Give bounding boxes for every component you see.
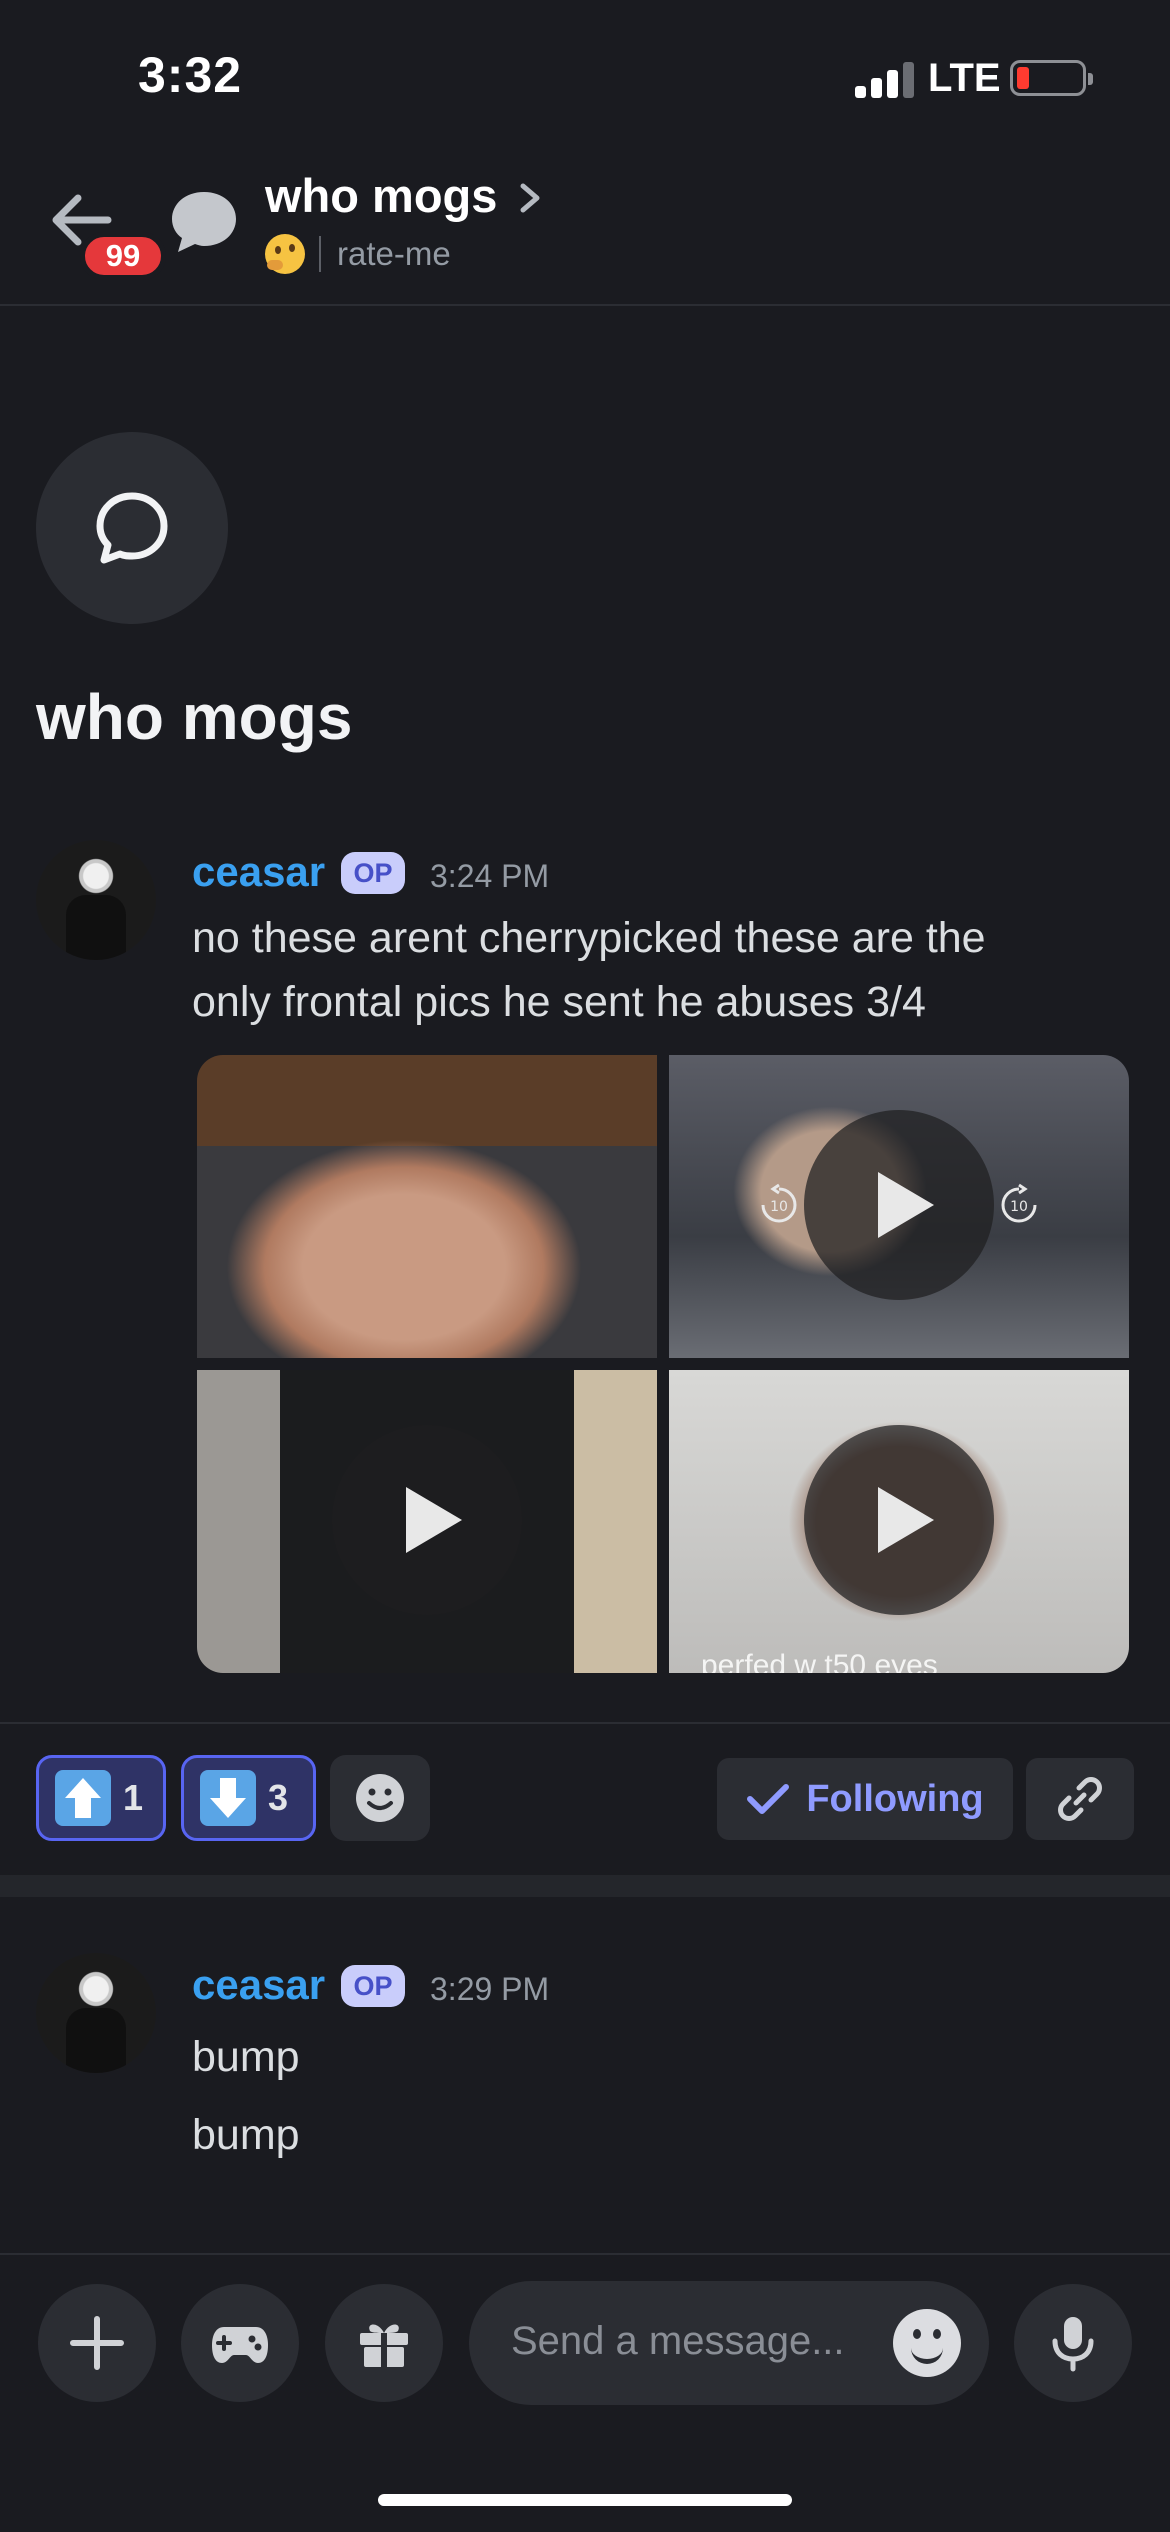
activities-button[interactable] (181, 2284, 299, 2402)
following-label: Following (806, 1777, 984, 1820)
thread-icon (168, 186, 240, 256)
channel-header: 99 who mogs rate-me (0, 150, 1170, 306)
divider (319, 236, 321, 272)
copy-link-button[interactable] (1026, 1758, 1134, 1840)
thread-title: who mogs (36, 681, 353, 753)
thread-start-icon (36, 432, 228, 624)
divider (0, 2253, 1170, 2255)
reaction-count: 1 (123, 1777, 144, 1818)
video-attachment[interactable] (197, 1370, 657, 1673)
gamepad-icon (212, 2327, 268, 2363)
reaction-upvote[interactable]: 1 (36, 1755, 166, 1841)
rewind-10-icon[interactable]: 10 (757, 1183, 801, 1227)
message-time: 3:29 PM (430, 1971, 550, 2007)
checkmark-icon (747, 1784, 790, 1814)
emoji-icon[interactable] (893, 2309, 961, 2377)
play-icon[interactable] (332, 1425, 522, 1615)
chat-bubble-icon (96, 492, 168, 564)
message-text: bump bump (192, 2018, 300, 2174)
up-arrow-icon (55, 1770, 111, 1826)
image-attachment[interactable] (197, 1055, 657, 1358)
media-caption: perfed w t50 eyes (701, 1649, 938, 1673)
plus-icon (70, 2316, 124, 2370)
gift-button[interactable] (325, 2284, 443, 2402)
unread-badge: 99 (80, 232, 166, 280)
op-tag: OP (341, 852, 405, 894)
author-name[interactable]: ceasar (192, 848, 325, 896)
header-title[interactable]: who mogs (265, 168, 497, 223)
play-icon[interactable] (804, 1110, 994, 1300)
author-name[interactable]: ceasar (192, 1961, 325, 2009)
forward-10-icon[interactable]: 10 (997, 1183, 1041, 1227)
voice-message-button[interactable] (1014, 2284, 1132, 2402)
home-indicator[interactable] (378, 2494, 792, 2506)
message-line: bump (192, 2111, 300, 2159)
status-time: 3:32 (138, 47, 243, 103)
header-subtitle: rate-me (265, 232, 451, 276)
message-placeholder: Send a message... (511, 2319, 845, 2363)
microphone-icon (1052, 2317, 1094, 2372)
section-divider (0, 1875, 1170, 1897)
following-button[interactable]: Following (717, 1758, 1013, 1840)
gift-icon (360, 2324, 408, 2367)
message-time: 3:24 PM (430, 858, 550, 894)
video-attachment[interactable]: perfed w t50 eyes (669, 1370, 1129, 1673)
down-arrow-icon (200, 1770, 256, 1826)
add-attachment-button[interactable] (38, 2284, 156, 2402)
message-line: only frontal pics he sent he abuses 3/4 (192, 978, 926, 1026)
message-input[interactable]: Send a message... (469, 2281, 989, 2405)
message-line: no these arent cherrypicked these are th… (192, 914, 986, 962)
divider (0, 1722, 1170, 1724)
avatar[interactable] (36, 1953, 156, 2073)
chevron-right-icon[interactable] (515, 178, 545, 218)
channel-name: rate-me (337, 235, 451, 272)
status-bar: 3:32 LTE (0, 0, 1170, 150)
op-tag: OP (341, 1965, 405, 2007)
message-text: no these arent cherrypicked these are th… (192, 906, 986, 1034)
message-line: bump (192, 2033, 300, 2081)
avatar[interactable] (36, 840, 156, 960)
battery-icon (1010, 60, 1093, 96)
svg-text:10: 10 (770, 1199, 788, 1215)
smiley-icon (356, 1774, 404, 1822)
video-attachment[interactable]: 10 10 (669, 1055, 1129, 1358)
add-reaction-button[interactable] (330, 1755, 430, 1841)
link-icon (1058, 1777, 1102, 1821)
reaction-count: 3 (268, 1777, 289, 1818)
signal-icon (855, 58, 915, 98)
thinking-emoji-icon (265, 234, 305, 274)
svg-text:10: 10 (1010, 1199, 1028, 1215)
reaction-downvote[interactable]: 3 (181, 1755, 316, 1841)
play-icon[interactable] (804, 1425, 994, 1615)
network-label: LTE (928, 56, 1001, 100)
